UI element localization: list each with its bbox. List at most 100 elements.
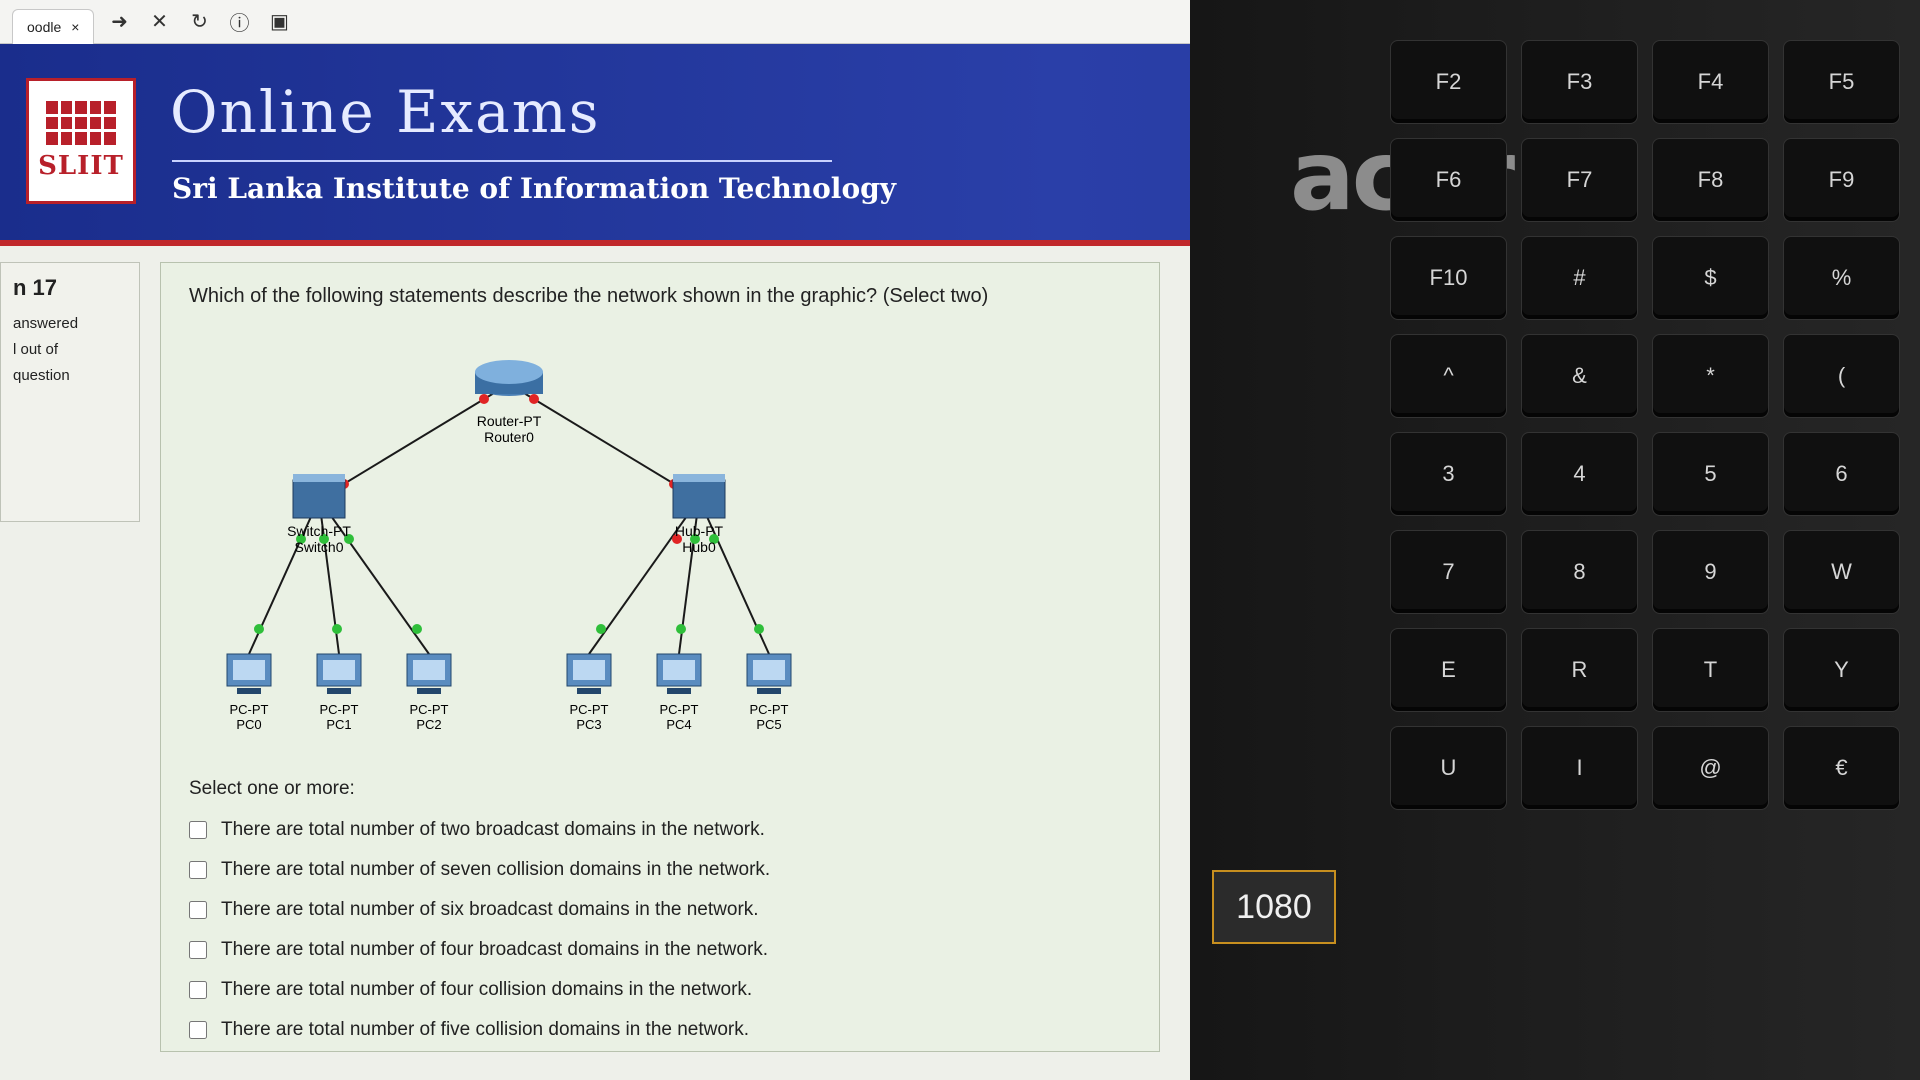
keyboard-key: * (1652, 334, 1769, 418)
keyboard-key: F8 (1652, 138, 1769, 222)
link-status-dot-up (332, 624, 342, 634)
pc5-type-label: PC-PT (750, 702, 789, 717)
link-status-dot-down (529, 394, 539, 404)
question-info-panel: n 17 answered l out of question (0, 262, 140, 522)
pc4-type-label: PC-PT (660, 702, 699, 717)
laptop-keyboard: F2 F3 F4 F5 F6 F7 F8 F9 F10 # $ % ^ & * … (1390, 40, 1900, 1060)
logo-text: SLIIT (38, 151, 124, 181)
site-info-icon[interactable]: ⓘ (224, 7, 254, 37)
answer-text: There are total number of five collision… (221, 1019, 750, 1040)
answer-list: There are total number of two broadcast … (189, 810, 1131, 1050)
switch-name-label: Switch0 (294, 539, 343, 555)
answer-option[interactable]: There are total number of seven collisio… (189, 850, 1131, 890)
question-card: Which of the following statements descri… (160, 262, 1160, 1052)
keyboard-key: R (1521, 628, 1638, 712)
link-status-dot-down (479, 394, 489, 404)
logo-emblem-icon (46, 101, 116, 145)
question-marks: l out of (13, 341, 59, 358)
keyboard-key: F9 (1783, 138, 1900, 222)
flag-question-link[interactable]: question (13, 363, 127, 389)
pc0-name-label: PC0 (236, 717, 261, 732)
answer-option[interactable]: There are total number of six broadcast … (189, 890, 1131, 930)
keyboard-key: F7 (1521, 138, 1638, 222)
switch-type-label: Switch-PT (287, 523, 351, 539)
keyboard-key: 6 (1783, 432, 1900, 516)
keyboard-key: F4 (1652, 40, 1769, 124)
answer-option[interactable]: There are total number of four broadcast… (189, 930, 1131, 970)
answer-text: There are total number of four collision… (221, 979, 753, 1000)
keyboard-key: F2 (1390, 40, 1507, 124)
keyboard-key: Y (1783, 628, 1900, 712)
router-icon (475, 360, 543, 396)
page-icon[interactable]: ▣ (264, 7, 294, 37)
keyboard-key: F6 (1390, 138, 1507, 222)
answer-text: There are total number of seven collisio… (221, 859, 771, 880)
pc-icon (226, 653, 272, 694)
keyboard-key: $ (1652, 236, 1769, 320)
keyboard-key: 3 (1390, 432, 1507, 516)
keyboard-key: 7 (1390, 530, 1507, 614)
sliit-logo: SLIIT (26, 78, 136, 204)
link-status-dot-up (596, 624, 606, 634)
answer-checkbox[interactable] (189, 981, 207, 999)
keyboard-key: % (1783, 236, 1900, 320)
keyboard-key: F5 (1783, 40, 1900, 124)
keyboard-key: 5 (1652, 432, 1769, 516)
link-status-dot-up (676, 624, 686, 634)
reload-icon[interactable]: ↻ (184, 7, 214, 37)
keyboard-key: & (1521, 334, 1638, 418)
pc1-type-label: PC-PT (320, 702, 359, 717)
pc2-type-label: PC-PT (410, 702, 449, 717)
answer-text: There are total number of two broadcast … (221, 819, 765, 840)
pc-group: PC-PT PC0 PC-PT PC1 PC-PT PC2 PC-PT PC3 … (226, 653, 792, 732)
pc-icon (566, 653, 612, 694)
keyboard-key: @ (1652, 726, 1769, 810)
pc0-type-label: PC-PT (230, 702, 269, 717)
link-status-dot-up (254, 624, 264, 634)
pc3-type-label: PC-PT (570, 702, 609, 717)
banner-subtitle: Sri Lanka Institute of Information Techn… (172, 172, 896, 205)
pc-icon (746, 653, 792, 694)
pc-icon (316, 653, 362, 694)
keyboard-key: ^ (1390, 334, 1507, 418)
answer-option[interactable]: There are total number of four collision… (189, 970, 1131, 1010)
switch-icon (292, 474, 346, 519)
answer-checkbox[interactable] (189, 901, 207, 919)
answer-checkbox[interactable] (189, 861, 207, 879)
router-type-label: Router-PT (477, 413, 542, 429)
answer-checkbox[interactable] (189, 1021, 207, 1039)
pc-icon (406, 653, 452, 694)
browser-tab[interactable]: oodle × (12, 9, 95, 44)
keyboard-key: € (1783, 726, 1900, 810)
keyboard-key: 9 (1652, 530, 1769, 614)
hub-type-label: Hub-PT (675, 523, 724, 539)
banner-divider (172, 160, 832, 162)
answer-option[interactable]: There are total number of five collision… (189, 1010, 1131, 1050)
tab-close-icon[interactable]: × (71, 19, 79, 35)
answer-text: There are total number of six broadcast … (221, 899, 759, 920)
pc2-name-label: PC2 (416, 717, 441, 732)
tab-title: oodle (27, 19, 62, 35)
resolution-sticker: 1080 (1212, 870, 1336, 944)
banner-title: Online Exams (170, 78, 601, 146)
link-status-dot-up (754, 624, 764, 634)
keyboard-key: E (1390, 628, 1507, 712)
keyboard-key: ( (1783, 334, 1900, 418)
router-name-label: Router0 (484, 429, 534, 445)
keyboard-key: 4 (1521, 432, 1638, 516)
back-arrow-icon[interactable]: ➜ (104, 7, 134, 37)
pc3-name-label: PC3 (576, 717, 601, 732)
keyboard-key: W (1783, 530, 1900, 614)
keyboard-key: 8 (1521, 530, 1638, 614)
answer-text: There are total number of four broadcast… (221, 939, 769, 960)
answer-checkbox[interactable] (189, 821, 207, 839)
link-status-dot-up (412, 624, 422, 634)
stop-icon[interactable]: ✕ (144, 7, 174, 37)
answer-option[interactable]: There are total number of two broadcast … (189, 810, 1131, 850)
pc4-name-label: PC4 (666, 717, 691, 732)
pc-icon (656, 653, 702, 694)
keyboard-key: T (1652, 628, 1769, 712)
answer-checkbox[interactable] (189, 941, 207, 959)
keyboard-key: F10 (1390, 236, 1507, 320)
hub-icon (672, 474, 726, 519)
